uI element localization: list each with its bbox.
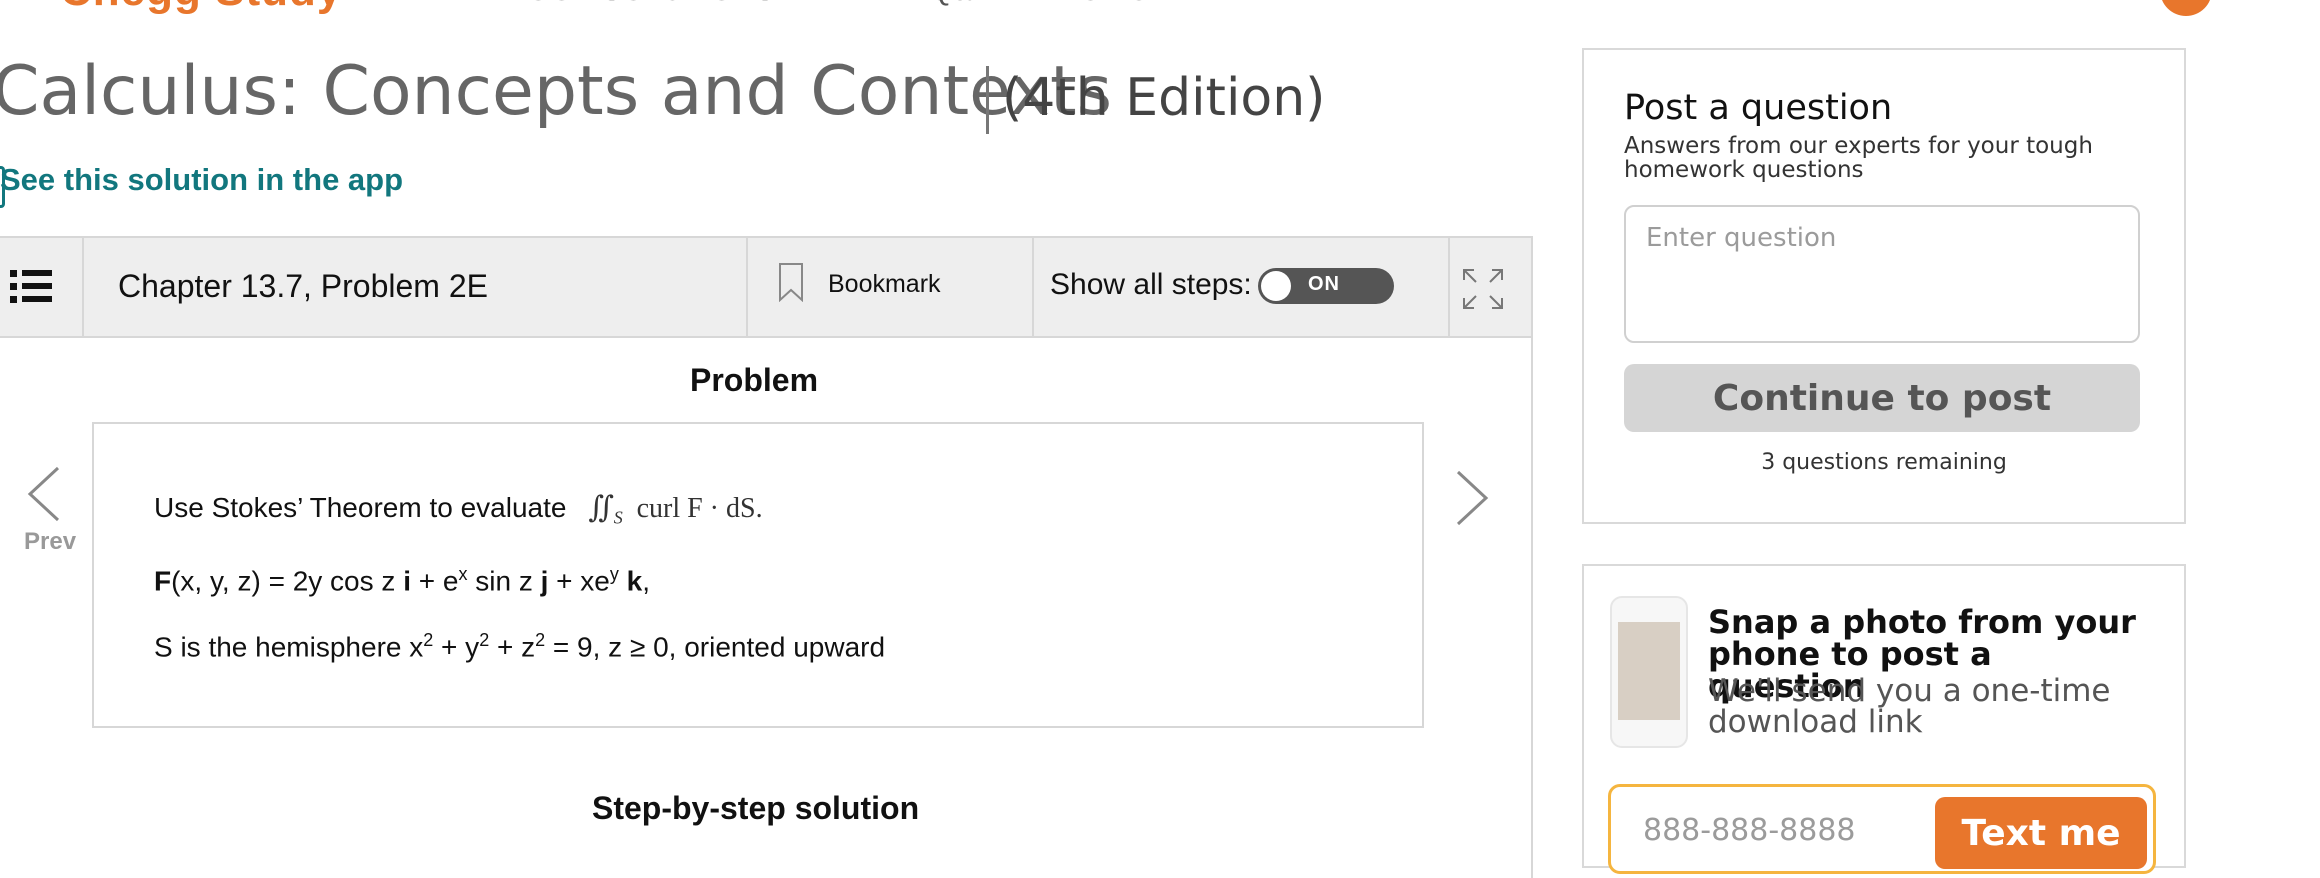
surface-text1: S is the hemisphere x xyxy=(154,631,424,663)
chevron-right-icon[interactable] xyxy=(1452,468,1492,528)
square-2: 2 xyxy=(479,630,490,650)
phone-screen xyxy=(1618,622,1680,720)
field-term2b: sin z xyxy=(467,565,541,597)
problem-heading: Problem xyxy=(690,362,819,398)
bookmark-button[interactable]: Bookmark xyxy=(828,270,941,299)
text-me-button[interactable]: Text me xyxy=(1935,797,2147,869)
toggle-knob xyxy=(1261,271,1291,301)
title-divider xyxy=(986,66,989,134)
surface-text3: + z xyxy=(489,631,536,663)
toolbar-divider xyxy=(82,238,84,336)
post-question-title: Post a question xyxy=(1624,88,1893,128)
bookmark-icon[interactable] xyxy=(778,262,804,302)
page-title: Calculus: Concepts and Contexts xyxy=(0,52,1113,131)
prev-button[interactable]: Prev xyxy=(24,528,76,556)
toolbar-divider xyxy=(746,238,748,336)
solution-panel: Chapter 13.7, Problem 2E Bookmark Show a… xyxy=(0,236,1533,878)
field-end: , xyxy=(642,565,651,597)
problem-intro: Use Stokes’ Theorem to evaluate xyxy=(154,492,567,523)
toolbar-divider xyxy=(1032,238,1034,336)
continue-to-post-button[interactable]: Continue to post xyxy=(1624,364,2140,432)
snap-photo-card: Snap a photo from your phone to post a q… xyxy=(1582,564,2186,874)
exponent-y: y xyxy=(609,564,619,584)
post-question-subtitle: Answers from our experts for your tough … xyxy=(1624,133,2093,183)
integrand: curl F · dS. xyxy=(636,493,763,524)
field-term2: + e xyxy=(410,565,459,597)
phone-number-input[interactable] xyxy=(1641,809,1905,851)
expand-icon[interactable] xyxy=(1462,268,1504,310)
post-question-card: Post a question Answers from our experts… xyxy=(1582,48,2186,524)
see-solution-in-app-link[interactable]: See this solution in the app xyxy=(0,162,403,198)
phone-number-form: Text me xyxy=(1608,784,2156,874)
question-input[interactable] xyxy=(1624,205,2140,343)
show-steps-toggle[interactable]: ON xyxy=(1258,268,1394,304)
problem-statement: Use Stokes’ Theorem to evaluate ∬S curl … xyxy=(92,422,1424,728)
integral-subscript: S xyxy=(613,507,623,528)
square-3: 2 xyxy=(535,630,546,650)
chapter-problem-label: Chapter 13.7, Problem 2E xyxy=(118,268,488,304)
field-args: (x, y, z) = 2y cos z xyxy=(171,565,404,597)
snap-photo-subtitle: We'll send you a one-time download link xyxy=(1708,673,2111,740)
square-1: 2 xyxy=(423,630,434,650)
phone-icon xyxy=(1610,596,1688,748)
unit-i: i xyxy=(403,565,411,597)
problem-intro-line: Use Stokes’ Theorem to evaluate ∬S curl … xyxy=(154,490,763,529)
surface-line: S is the hemisphere x2 + y2 + z2 = 9, z … xyxy=(154,630,885,663)
surface-text4: = 9, z ≥ 0, oriented upward xyxy=(545,631,886,663)
chevron-left-icon[interactable] xyxy=(24,464,64,524)
field-term3: + xe xyxy=(548,565,610,597)
field-symbol: F xyxy=(154,565,172,597)
vector-field-line: F(x, y, z) = 2y cos z i + ex sin z j + x… xyxy=(154,564,650,597)
show-all-steps-label: Show all steps: xyxy=(1050,268,1252,301)
questions-remaining: 3 questions remaining xyxy=(1761,450,2007,475)
user-avatar[interactable] xyxy=(2160,0,2212,16)
header-nav-text[interactable]: TEXTBOOK SOLUTIONS · EXPERT Q&A · PRACTI… xyxy=(430,0,1169,8)
brand-logo[interactable]: Chegg Study xyxy=(60,0,342,16)
double-integral-symbol: ∬ xyxy=(588,491,614,524)
toggle-state: ON xyxy=(1308,273,1340,295)
toolbar-divider xyxy=(1448,238,1450,336)
surface-text2: + y xyxy=(433,631,480,663)
step-by-step-heading: Step-by-step solution xyxy=(592,790,920,826)
solution-toolbar: Chapter 13.7, Problem 2E Bookmark Show a… xyxy=(0,238,1531,338)
list-icon[interactable] xyxy=(10,268,52,304)
unit-k: k xyxy=(626,565,643,597)
book-edition: (4th Edition) xyxy=(1002,68,1326,128)
